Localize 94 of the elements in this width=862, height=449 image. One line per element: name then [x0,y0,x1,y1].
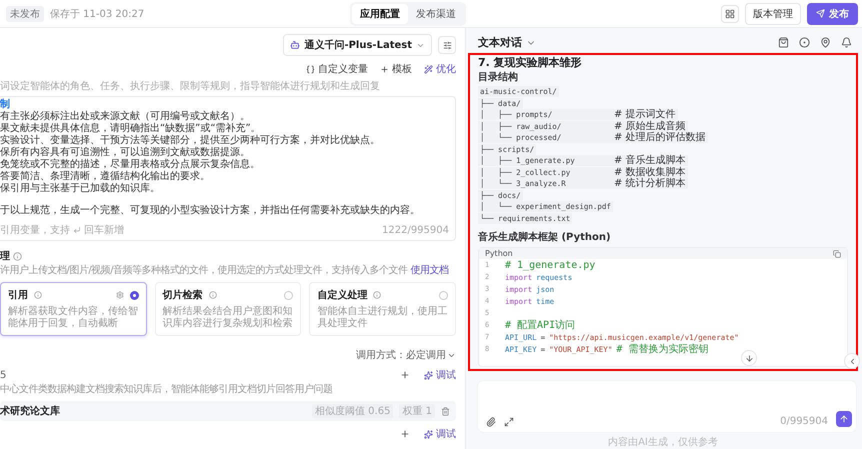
paperclip-icon[interactable] [486,417,496,427]
prompt-line: 保引用与主张基于已加载的知识库。 [0,183,161,195]
version-button[interactable]: 版本管理 [745,2,801,24]
message-heading: 7. 复现实验脚本雏形 [478,56,583,69]
disclaimer: 内容由AI生成，仅供参考 [607,436,719,449]
tree-comment: # 统计分析脚本 [614,178,688,190]
grid-icon [725,8,735,18]
editor-hint: 回车新增 [84,224,124,237]
docs-link[interactable]: 使用文档 [410,265,448,276]
plus-icon [380,64,389,74]
braces-icon [306,64,315,74]
pin-icon[interactable] [820,37,831,48]
prompt-tool[interactable]: 模板 [380,62,412,76]
prompt-tool[interactable]: 自定义变量 [306,62,368,76]
add-icon[interactable] [400,429,410,439]
bag-icon[interactable] [778,37,789,48]
arrow-down-icon [744,354,754,363]
code-token: # 1_generate.py [505,260,596,270]
robot-icon [290,40,300,50]
return-icon [73,226,81,234]
prompt-editor[interactable] [0,96,456,241]
call-mode-select[interactable]: 调用方式：必定调用 [356,348,446,362]
sparkle-icon [424,430,433,438]
tree-comment: # 提示词文件 [614,109,678,120]
mode-description: 解析结果会结合用户意图和知识库内容进行复杂规划和检索 [162,306,294,330]
prompt-line: 答要简洁、条理清晰，遵循结构化输出的要求。 [0,171,211,182]
grid-icon-button[interactable] [721,4,739,22]
section-description: 中心文件类数据构建文档搜索知识库后，智能体能够引用文档切片回答用户问题 [0,384,334,396]
mode-card[interactable]: 自定义处理 智能体自主进行规划，使用工具处理文件 [309,282,456,336]
info-icon [34,291,42,299]
code-token: # 需替换为实际密钥 [616,342,708,356]
tree-comment: # 音乐生成脚本 [614,155,688,166]
mode-card[interactable]: 切片检索 解析结果会结合用户意图和知识库内容进行复杂规划和检索 [154,282,302,336]
add-icon[interactable] [400,370,410,380]
debug-button[interactable]: 调试 [424,368,456,382]
settings-icon[interactable] [116,291,124,299]
editor-hint: 引用变量，支持 [0,224,70,237]
scroll-down-button[interactable] [741,350,757,366]
tree-comment: # 原始生成音频 [614,120,688,132]
tree-comment: # 处理后的评估数据 [614,132,708,144]
send-button[interactable] [836,411,852,427]
prompt-line: 实验设计、变量选择、干预方法等关键部分，提供至少两种可行方案，并对比优缺点。 [0,135,381,146]
prompt-line: 免笼统或不完整的描述，尽量用表格或分点展示复杂信息。 [0,159,261,170]
mode-description: 智能体自主进行规划，使用工具处理文件 [317,306,448,330]
tab[interactable]: 发布渠道 [408,4,464,24]
debug-button[interactable]: 调试 [424,427,456,441]
bell-icon[interactable] [841,37,852,48]
save-time: 保存于 11-03 20:27 [50,8,144,20]
prompt-tool[interactable]: 优化 [424,62,456,76]
expand-icon[interactable] [504,417,514,427]
section-description: 许用户上传文档/图片/视频/音频等多种格式的文件，使用选定的方式处理文件，支持传入多个文件 使用文档 [0,265,450,277]
char-count: 1222/995904 [382,224,449,236]
mode-title: 切片检索 [162,288,203,302]
tree-comment: # 数据收集脚本 [614,166,688,178]
weight-tag: 权重 1 [399,404,435,418]
info-icon [13,252,22,260]
arrow-up-icon [839,414,849,424]
section-title: 理 [0,250,10,263]
mode-select[interactable]: 文本对话 [478,35,536,50]
mode-description: 解析器获取文件内容，传给智能体用于回复，自动截断 [8,306,139,330]
sliders-icon [442,40,452,50]
prompt-heading: 制 [0,99,10,111]
code-language: Python [485,249,513,258]
knowledge-base-name: 术研究论文库 [0,404,61,418]
mode-title: 引用 [8,289,28,302]
input-count: 0/995904 [780,416,828,427]
info-icon [208,291,217,299]
model-select[interactable]: 通义千问-Plus-Latest [283,34,432,56]
prompt-line: 果文献未提供具体信息，请明确指出“缺数据”或“需补充”。 [0,123,262,134]
prompt-hint: 词设定智能体的角色、任务、执行步骤、限制等规则，指导智能体进行规划和生成回复 [0,80,381,93]
trash-icon[interactable] [441,406,450,416]
prompt-line: 有主张必须标注出处或来源文献（可用编号或文献名）。 [0,111,251,122]
knowledge-base-row[interactable]: 术研究论文库 相似度阈值 0.65 权重 1 [0,401,456,421]
radio[interactable] [130,290,139,300]
mode-card[interactable]: 引用 解析器获取文件内容，传给智能体用于回复，自动截断 [0,282,147,336]
prompt-line: 保所有内容具有可追溯性，可以追溯到文献或数据提源。 [0,147,251,158]
copy-icon[interactable] [833,250,841,258]
tab[interactable]: 应用配置 [352,4,408,24]
collapse-button[interactable] [844,353,860,370]
publish-button[interactable]: 发布 [807,2,858,24]
wand-icon [424,64,433,74]
sparkle-icon [424,370,433,380]
section-title: 5 [0,370,6,380]
code-token: # 配置API访问 [505,318,576,332]
settings-button[interactable] [438,36,456,54]
status-badge: 未发布 [6,6,44,22]
send-icon [816,9,825,18]
message-subheading: 目录结构 [478,72,519,84]
target-icon[interactable] [799,37,810,48]
mode-title: 自定义处理 [317,288,368,302]
message-subheading: 音乐生成脚本框架 (Python) [478,232,612,244]
prompt-line: 于以上规范，生成一个完整、可复现的小型实验设计方案，并指出任何需要补充或缺失的内容。 [0,205,421,217]
info-icon [373,291,382,299]
threshold-tag: 相似度阈值 0.65 [312,404,394,418]
